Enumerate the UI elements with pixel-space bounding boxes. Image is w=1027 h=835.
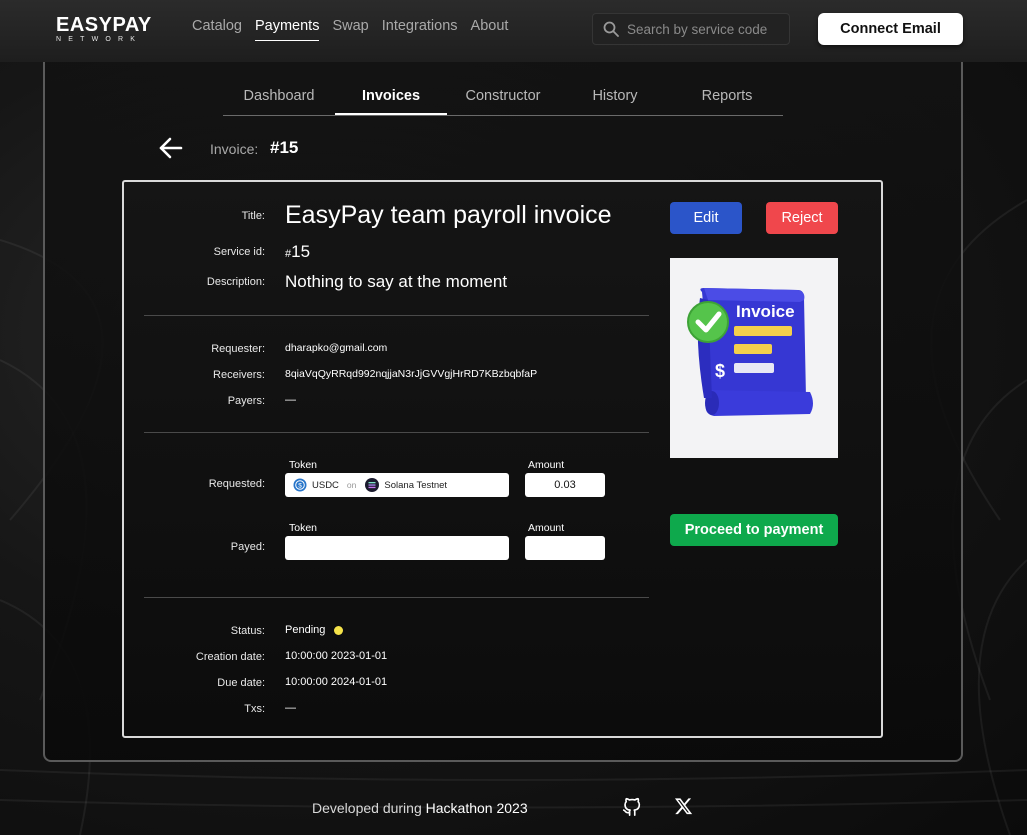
svg-text:$: $: [715, 361, 725, 381]
service-id-value: #15: [285, 242, 310, 262]
footer-prefix: Developed during: [312, 800, 422, 816]
tab-history[interactable]: History: [559, 80, 671, 115]
payed-token-heading: Token: [289, 522, 318, 534]
title-label: Title:: [241, 210, 265, 222]
invoice-title: EasyPay team payroll invoice: [285, 201, 612, 229]
nav-swap[interactable]: Swap: [332, 18, 368, 41]
invoice-illustration-icon: Invoice $: [687, 288, 813, 416]
service-search: [592, 13, 790, 45]
main-nav: Catalog Payments Swap Integrations About: [192, 18, 521, 41]
tab-constructor[interactable]: Constructor: [447, 80, 559, 115]
edit-button[interactable]: Edit: [670, 202, 742, 234]
solana-icon: [365, 478, 380, 492]
payed-amount-heading: Amount: [528, 522, 565, 534]
payments-tabs: Dashboard Invoices Constructor History R…: [223, 80, 783, 116]
requested-amount-heading: Amount: [528, 459, 565, 471]
status-value: Pending: [285, 624, 344, 636]
easypay-logo[interactable]: EASYPAY NETWORK: [56, 14, 152, 45]
nav-payments[interactable]: Payments: [254, 18, 320, 41]
requested-label: Requested:: [208, 478, 265, 490]
back-arrow-icon[interactable]: [158, 135, 184, 161]
due-date-label: Due date:: [217, 677, 265, 689]
top-navigation-bar: EASYPAY NETWORK Catalog Payments Swap In…: [0, 0, 1027, 62]
divider: [144, 315, 649, 316]
x-icon[interactable]: [674, 797, 693, 816]
divider: [144, 597, 649, 598]
requested-token-symbol: USDC: [312, 479, 339, 491]
search-input[interactable]: [627, 21, 787, 37]
connect-email-button[interactable]: Connect Email: [818, 13, 963, 45]
requester-label: Requester:: [211, 343, 265, 355]
nav-catalog[interactable]: Catalog: [192, 18, 242, 41]
requested-token-heading: Token: [289, 459, 318, 471]
status-indicator-dot: [334, 625, 344, 635]
creation-date-label: Creation date:: [195, 651, 265, 663]
invoice-label: Invoice:: [210, 141, 259, 157]
receivers-label: Receivers:: [213, 369, 265, 381]
tab-dashboard[interactable]: Dashboard: [223, 80, 335, 115]
txs-label: Txs:: [244, 703, 265, 715]
proceed-to-payment-button[interactable]: Proceed to payment: [670, 514, 838, 546]
token-on-separator: on: [346, 480, 357, 490]
payers-value: —: [285, 394, 296, 406]
txs-value: —: [285, 702, 296, 714]
requester-value: dharapko@gmail.com: [285, 342, 388, 354]
invoice-number: #15: [270, 138, 299, 157]
usdc-icon: $: [293, 478, 307, 492]
description-label: Description:: [206, 276, 265, 288]
creation-date-value: 10:00:00 2023-01-01: [285, 650, 388, 662]
tab-invoices[interactable]: Invoices: [335, 80, 447, 115]
nav-about[interactable]: About: [471, 18, 509, 41]
service-id-label: Service id:: [213, 246, 265, 258]
invoice-illustration: Invoice $: [670, 258, 838, 458]
github-icon[interactable]: [621, 795, 643, 817]
payed-amount-field[interactable]: [525, 536, 605, 560]
due-date-value: 10:00:00 2024-01-01: [285, 676, 388, 688]
payed-label: Payed:: [230, 541, 265, 553]
search-icon: [603, 21, 619, 37]
status-label: Status:: [230, 625, 265, 637]
description-value: Nothing to say at the moment: [285, 272, 508, 291]
footer-credit: Developed during Hackathon 2023: [312, 800, 528, 816]
reject-button[interactable]: Reject: [766, 202, 838, 234]
status-text: Pending: [285, 624, 326, 636]
logo-wordmark: EASYPAY: [56, 14, 152, 36]
nav-integrations[interactable]: Integrations: [382, 18, 458, 41]
payers-label: Payers:: [227, 395, 265, 407]
requested-network: Solana Testnet: [384, 479, 448, 491]
illustration-caption: Invoice: [736, 302, 795, 321]
requested-token-field[interactable]: $ USDC on Solana Testnet: [285, 473, 509, 497]
logo-subtitle: NETWORK: [56, 36, 143, 43]
svg-text:$: $: [298, 482, 302, 489]
service-id-number: 15: [291, 242, 311, 261]
receivers-value: 8qiaVqQyRRqd992nqjjaN3rJjGVVgjHrRD7KBzbq…: [285, 368, 538, 380]
divider: [144, 432, 649, 433]
requested-amount-field[interactable]: 0.03: [525, 473, 605, 497]
tab-reports[interactable]: Reports: [671, 80, 783, 115]
footer-event: Hackathon 2023: [425, 800, 528, 816]
payed-token-field[interactable]: [285, 536, 509, 560]
